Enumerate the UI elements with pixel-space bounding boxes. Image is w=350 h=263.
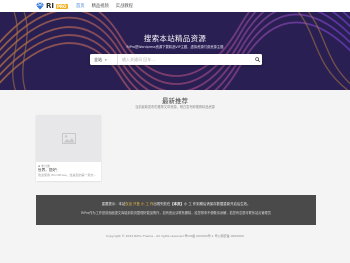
main-menu: 首页 精品视频 实战教程	[76, 0, 133, 12]
post-thumbnail[interactable]	[36, 115, 101, 162]
notice-banner: 重要提示：本站仅出 只售 小 工 作出现失败在【本页】小 工 作到期后请保存数据…	[36, 195, 316, 225]
notice-line-1: 重要提示：本站仅出 只售 小 工 作出现失败在【本页】小 工 作到期后请保存数据…	[36, 201, 316, 206]
hero-banner: 搜索本站精品资源 RiPro是Wordpress资源下载精品VIP主题，虚拟资源…	[0, 12, 350, 90]
post-excerpt: 欢迎使用 WordPress。这是您的第一篇文...	[38, 173, 97, 177]
section-subtitle: 当前最新发布的推荐文章资源，明白发布即推荐精品资源	[135, 105, 215, 109]
logo-text: RI	[46, 2, 54, 10]
post-card[interactable]: ▪ 未分类 世界，您好！ 欢迎使用 WordPress。这是您的第一篇文...	[36, 115, 101, 181]
nav-item-tutorials[interactable]: 实战教程	[116, 3, 133, 9]
notice-highlight: 仅出 只售 小 工 作	[125, 202, 154, 206]
notice-emphasis: 【本页】	[170, 202, 184, 206]
notice-line-1-suffix: 小 工 作到期后请保存数据重新开启后生效。	[183, 202, 251, 206]
nav-item-home[interactable]: 首页	[76, 3, 85, 9]
logo-badge: PRO	[55, 3, 68, 9]
search-input[interactable]	[118, 54, 252, 65]
footer-copyright: Copyright © 2023 RiPro Theme - All right…	[106, 234, 244, 238]
notice-line-1-middle: 出现失败在	[153, 202, 171, 206]
hero-title: 搜索本站精品资源	[143, 34, 207, 43]
image-placeholder-icon	[61, 133, 76, 144]
notice-line-2: RiPro作为工作是前面面提文库能到前页整理好能加购作，如有违反请联系删除，给您…	[81, 211, 271, 215]
search-bar: 全站 ▾	[90, 54, 262, 65]
chevron-down-icon: ▾	[105, 57, 107, 62]
search-icon	[254, 57, 260, 62]
site-logo[interactable]: RI PRO	[36, 2, 68, 10]
search-category-select[interactable]: 全站 ▾	[90, 54, 118, 65]
hero-subtitle: RiPro是Wordpress资源下载精品VIP主题，虚拟资源付费资源主题	[126, 45, 224, 49]
search-category-label: 全站	[94, 56, 102, 62]
hero-wave-background	[0, 12, 350, 90]
diamond-icon	[36, 2, 44, 10]
notice-line-1-prefix: 重要提示：本站	[101, 202, 126, 206]
nav-item-videos[interactable]: 精品视频	[92, 3, 109, 9]
search-button[interactable]	[252, 54, 262, 65]
